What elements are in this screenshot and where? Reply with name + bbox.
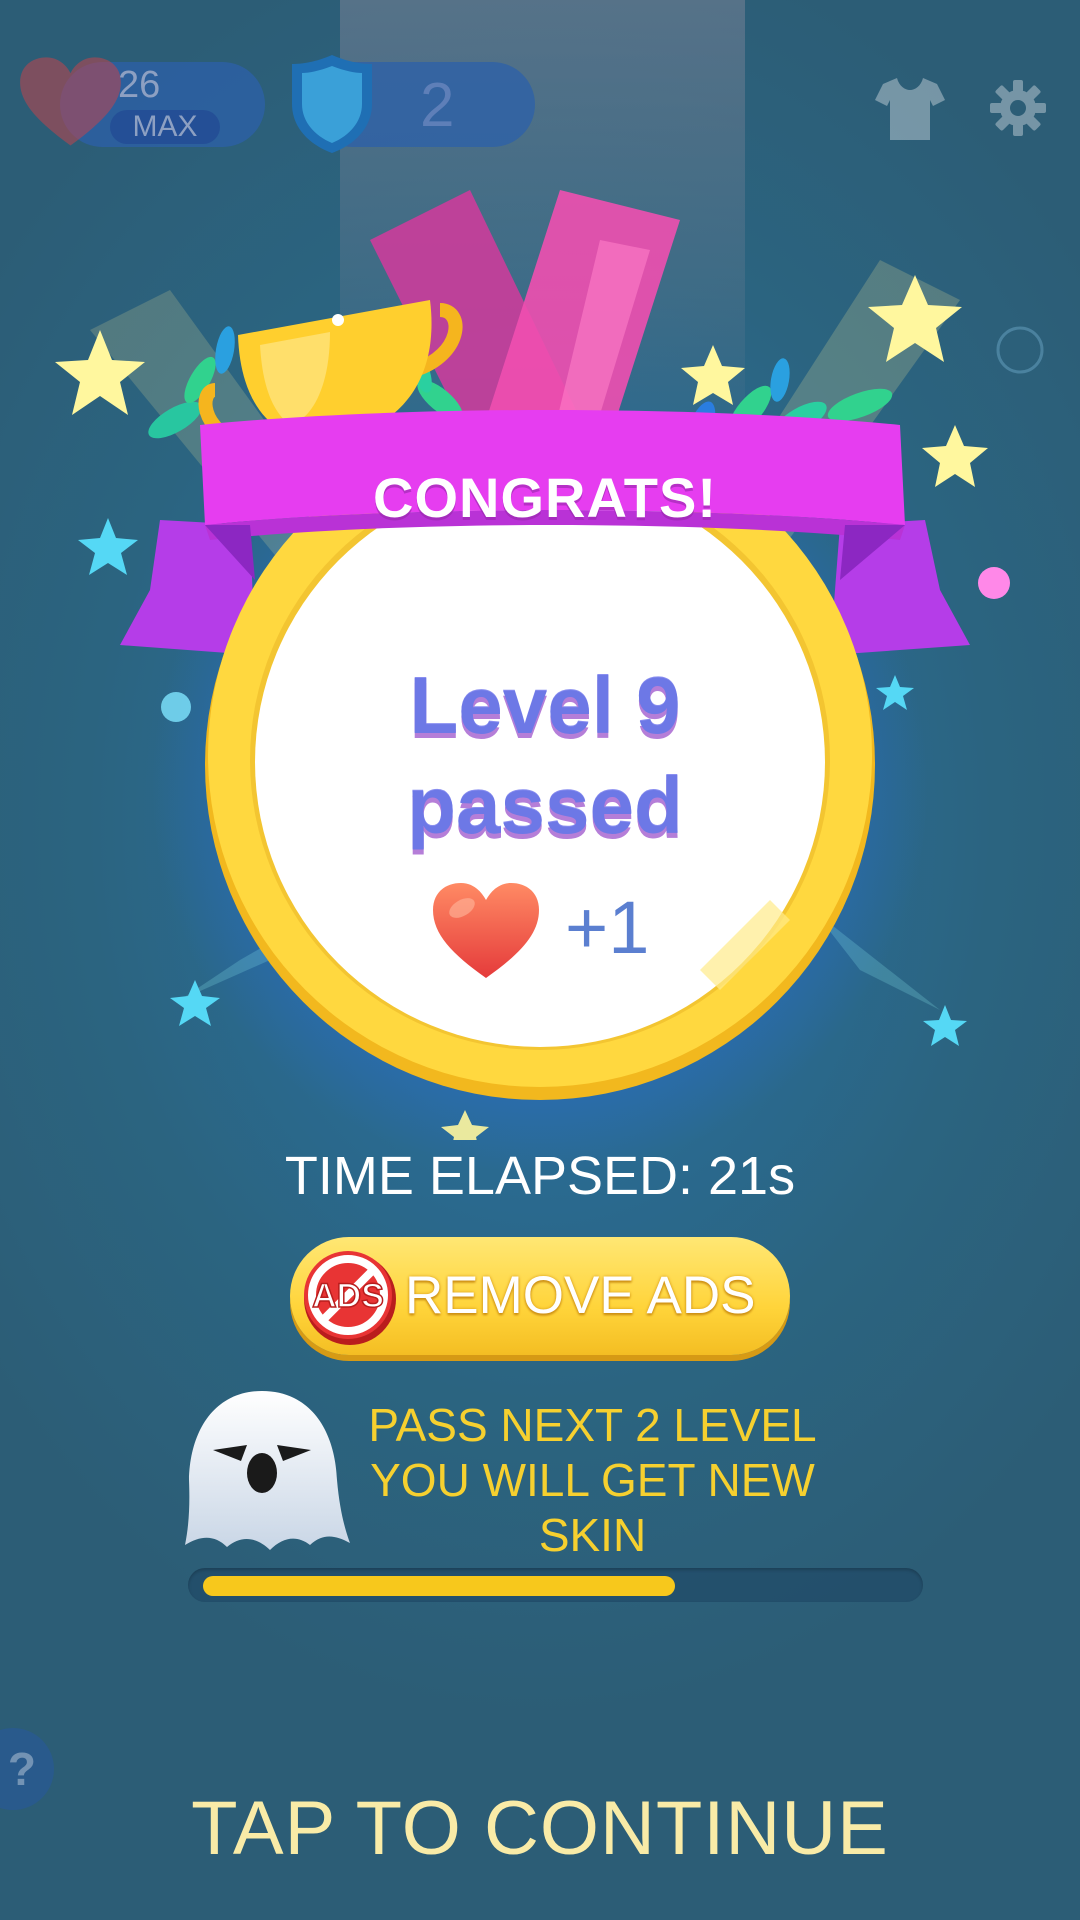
lives-count: 26 (118, 64, 160, 107)
max-badge: MAX (110, 110, 220, 144)
heart-icon (18, 55, 123, 150)
shirt-icon[interactable] (875, 76, 945, 142)
reward-amount: +1 (565, 885, 649, 970)
skin-progress-fill (203, 1576, 675, 1596)
heart-reward-icon (430, 880, 542, 982)
tap-to-continue[interactable]: TAP TO CONTINUE (0, 1785, 1080, 1872)
skin-progress-bar (188, 1568, 923, 1602)
ads-icon-text: ADS (312, 1277, 384, 1315)
shield-count: 2 (420, 66, 454, 146)
remove-ads-label: REMOVE ADS (405, 1265, 785, 1326)
level-status: passed (300, 760, 790, 852)
congrats-banner-text: CONGRATS! (230, 465, 860, 530)
shield-icon (288, 52, 376, 156)
level-title: Level 9 (300, 660, 790, 752)
gear-icon[interactable] (990, 80, 1046, 136)
next-skin-message: PASS NEXT 2 LEVEL YOU WILL GET NEW SKIN (335, 1398, 850, 1563)
time-elapsed: TIME ELAPSED: 21s (0, 1145, 1080, 1207)
ghost-icon (175, 1385, 350, 1555)
ads-icon: ADS (300, 1243, 396, 1349)
